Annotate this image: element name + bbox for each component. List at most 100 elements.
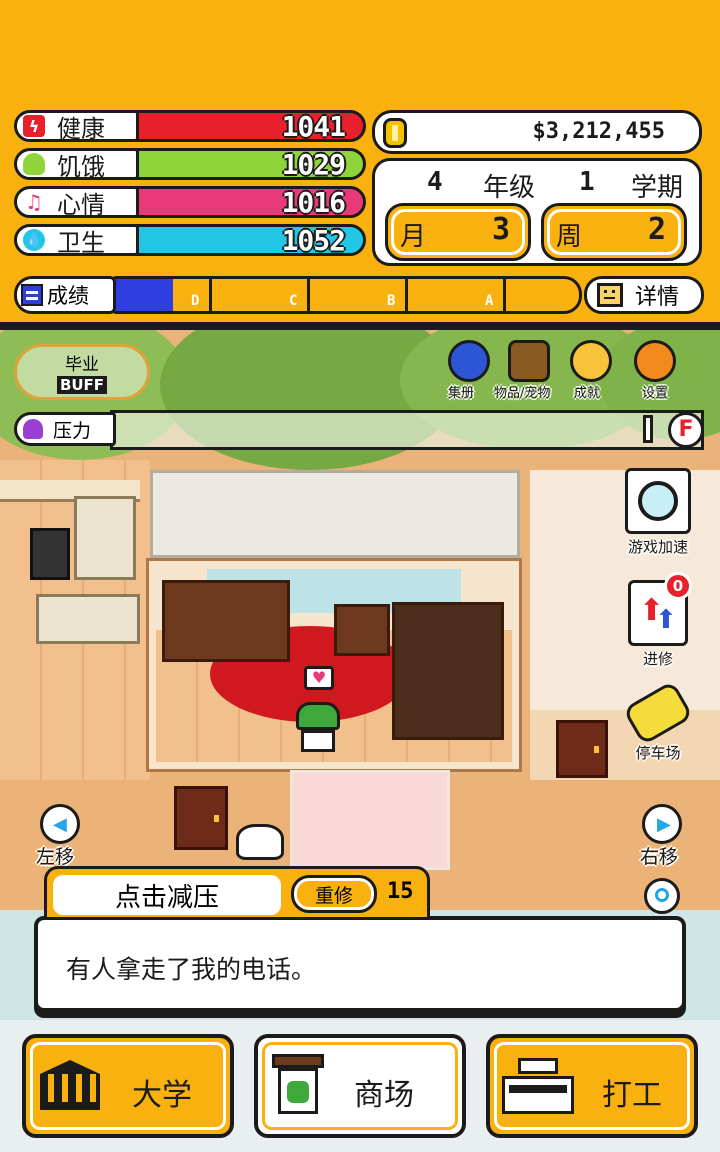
move-right-button[interactable]: ▶ bbox=[642, 804, 682, 844]
parking-button[interactable]: 停车场 bbox=[618, 680, 698, 763]
stat-mood-label: ♫ 心情 bbox=[14, 186, 139, 219]
grade-level-a: A bbox=[485, 293, 494, 309]
stress-bar: 压力 F bbox=[14, 410, 704, 450]
stress-monster-icon bbox=[23, 419, 43, 439]
month-label: 月 bbox=[400, 222, 427, 252]
graduation-buff-badge[interactable]: 毕业 BUFF bbox=[14, 344, 150, 400]
shop-bag-icon bbox=[272, 1054, 324, 1118]
stat-label: 饥饿 bbox=[57, 152, 105, 181]
stat-hunger: 饥饿 1029 bbox=[14, 148, 366, 181]
stat-health-bar: 1041 bbox=[132, 109, 366, 143]
album-label: 集册 bbox=[448, 386, 475, 401]
part-time-job-button[interactable]: 打工 bbox=[486, 1034, 698, 1138]
stat-value: 1029 bbox=[281, 147, 346, 181]
speed-up-label: 游戏加速 bbox=[627, 538, 688, 556]
year-term-row: 4 年级 1 学期 bbox=[375, 167, 699, 203]
car-icon bbox=[622, 680, 694, 746]
buff-line2: BUFF bbox=[56, 376, 108, 394]
semester-panel: 4 年级 1 学期 月 3 周 2 bbox=[372, 158, 702, 266]
stress-track bbox=[110, 410, 704, 450]
center-button[interactable] bbox=[644, 878, 680, 914]
stress-label: 压力 bbox=[53, 419, 92, 442]
dresser bbox=[162, 580, 290, 662]
part-time-job-label: 打工 bbox=[602, 1078, 662, 1113]
details-button[interactable]: 详情 bbox=[584, 276, 704, 314]
details-label: 详情 bbox=[635, 285, 680, 310]
grade-divider bbox=[307, 279, 310, 311]
stat-label: 健康 bbox=[57, 114, 105, 143]
items-pets-label: 物品/宠物 bbox=[494, 386, 551, 401]
oven bbox=[30, 528, 70, 580]
term-label: 学期 bbox=[631, 173, 684, 203]
mall-button[interactable]: 商场 bbox=[254, 1034, 466, 1138]
nightstand bbox=[334, 604, 390, 656]
stress-label-box: 压力 bbox=[14, 412, 116, 446]
parking-label: 停车场 bbox=[635, 744, 681, 762]
university-icon bbox=[40, 1060, 100, 1112]
advance-label: 进修 bbox=[642, 650, 673, 668]
stress-grade: F bbox=[668, 412, 704, 448]
report-card-icon bbox=[21, 284, 43, 306]
buff-line1: 毕业 bbox=[65, 355, 99, 375]
stat-hygiene: 💧 卫生 1052 bbox=[14, 224, 366, 257]
dialog-message: 有人拿走了我的电话。 bbox=[66, 955, 317, 984]
grades-bar[interactable]: 成绩 D C B A bbox=[14, 276, 584, 314]
month-value: 3 bbox=[491, 212, 510, 247]
year-label: 年级 bbox=[483, 173, 536, 203]
message-dialog[interactable]: 有人拿走了我的电话。 bbox=[34, 916, 686, 1012]
tap-to-destress-label[interactable]: 点击减压 bbox=[53, 875, 281, 915]
music-note-icon: ♫ bbox=[25, 190, 43, 214]
week-box: 周 2 bbox=[541, 203, 687, 261]
university-button[interactable]: 大学 bbox=[22, 1034, 234, 1138]
stone-wall bbox=[150, 470, 520, 558]
arrow-left-icon: ◀ bbox=[53, 814, 67, 835]
water-drop-icon: 💧 bbox=[23, 229, 45, 251]
stat-value: 1052 bbox=[281, 223, 346, 257]
advance-badge: 0 bbox=[664, 572, 692, 600]
retake-count: 15 bbox=[387, 879, 414, 904]
speed-up-button[interactable]: 游戏加速 bbox=[618, 468, 698, 557]
grades-fill bbox=[115, 279, 173, 311]
advance-button[interactable]: ⬆ ⬆ 0 进修 bbox=[618, 572, 698, 669]
pet-dog[interactable] bbox=[236, 824, 284, 860]
money-value: $3,212,455 bbox=[532, 119, 665, 144]
items-chest-icon[interactable] bbox=[508, 340, 550, 382]
rice-bowl-icon bbox=[23, 153, 45, 175]
coin-icon bbox=[383, 118, 407, 148]
retake-button[interactable]: 重修 bbox=[291, 875, 377, 913]
stopwatch-icon bbox=[625, 468, 691, 534]
move-left-button[interactable]: ◀ bbox=[40, 804, 80, 844]
grade-level-c: C bbox=[289, 293, 298, 309]
week-value: 2 bbox=[647, 212, 666, 247]
move-right-label: 右移 bbox=[640, 846, 679, 868]
grades-label-text: 成绩 bbox=[47, 284, 89, 308]
stat-hunger-bar: 1029 bbox=[132, 147, 366, 181]
stat-label: 卫生 bbox=[57, 228, 105, 257]
fridge bbox=[74, 496, 136, 580]
lightning-icon: ϟ bbox=[23, 115, 45, 137]
grade-divider bbox=[405, 279, 408, 311]
month-box: 月 3 bbox=[385, 203, 531, 261]
stat-health: ϟ 健康 1041 bbox=[14, 110, 366, 143]
stat-value: 1041 bbox=[281, 109, 346, 143]
grade-divider bbox=[209, 279, 212, 311]
entrance-columns bbox=[290, 770, 450, 870]
university-label: 大学 bbox=[132, 1078, 192, 1113]
gear-icon[interactable] bbox=[634, 340, 676, 382]
album-icon[interactable] bbox=[448, 340, 490, 382]
hud-divider bbox=[0, 322, 720, 330]
move-left-label: 左移 bbox=[36, 846, 75, 868]
achievement-medal-icon[interactable] bbox=[570, 340, 612, 382]
arrow-right-icon: ▶ bbox=[657, 814, 671, 835]
mall-label: 商场 bbox=[354, 1078, 414, 1113]
stat-hygiene-bar: 1052 bbox=[132, 223, 366, 257]
grades-track: D C B A bbox=[112, 276, 582, 314]
door bbox=[556, 720, 608, 778]
achievements-label: 成就 bbox=[574, 386, 601, 401]
status-hud: ϟ 健康 1041 饥饿 1029 ♫ 心情 1016 💧 卫生 1052 $3,21… bbox=[0, 0, 720, 330]
money-display: $3,212,455 bbox=[372, 110, 702, 154]
door bbox=[174, 786, 228, 850]
stat-health-label: ϟ 健康 bbox=[14, 110, 139, 143]
grades-label: 成绩 bbox=[14, 276, 116, 314]
player-character[interactable] bbox=[296, 702, 340, 764]
